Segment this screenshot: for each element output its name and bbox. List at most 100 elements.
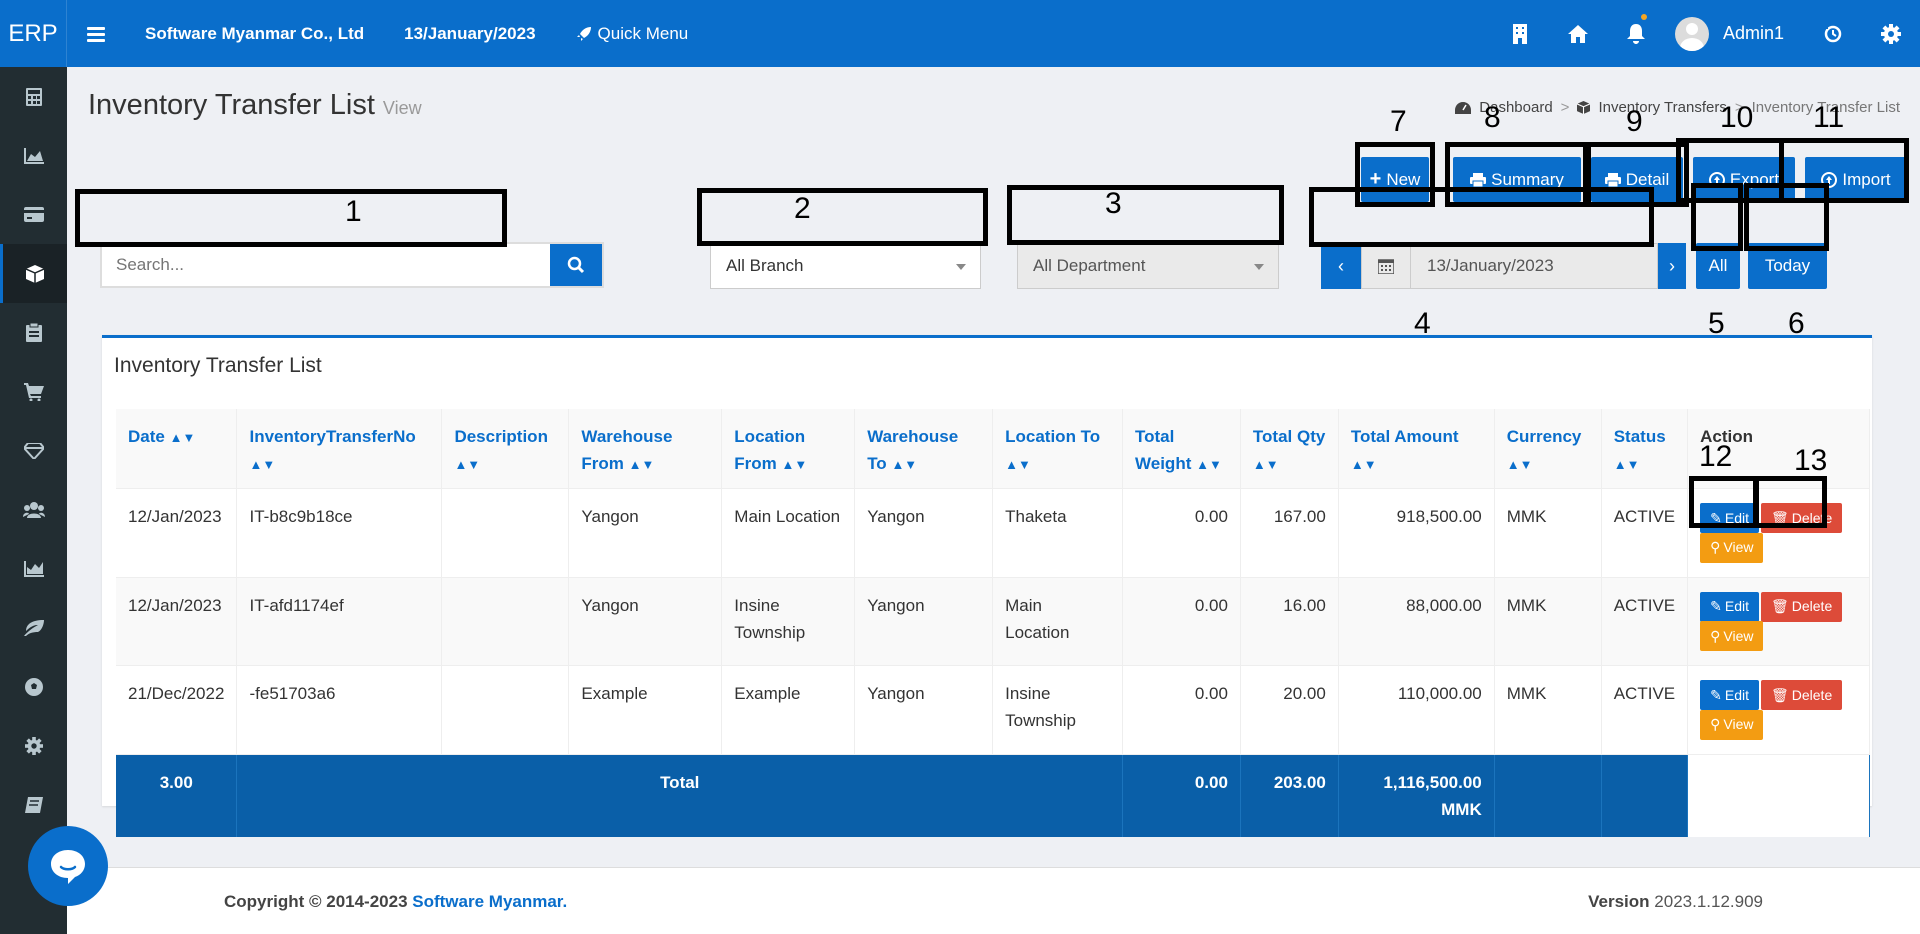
table-header-row: Date ▲▼ InventoryTransferNo ▲▼ Descriptio… <box>116 409 1870 489</box>
page-subtitle: View <box>382 98 422 118</box>
table-cell: ACTIVE <box>1601 576 1689 666</box>
cube-icon <box>26 264 44 283</box>
chat-widget-button[interactable] <box>28 826 108 906</box>
all-dates-button[interactable]: All <box>1696 243 1740 289</box>
annotation-number-3: 3 <box>1105 187 1122 220</box>
column-header-date[interactable]: Date ▲▼ <box>116 409 238 489</box>
column-header-currency[interactable]: Currency ▲▼ <box>1494 409 1602 489</box>
new-button[interactable]: + New <box>1361 157 1429 202</box>
sidebar-item-area-chart[interactable] <box>0 126 67 185</box>
detail-button[interactable]: Detail <box>1591 157 1683 202</box>
column-header-location-to[interactable]: Location To ▲▼ <box>992 409 1124 489</box>
search-button[interactable] <box>550 244 602 286</box>
sidebar-item-users[interactable] <box>0 480 67 539</box>
search-input[interactable] <box>102 244 550 286</box>
department-select-value: All Department <box>1033 256 1146 275</box>
sidebar-item-diamond[interactable] <box>0 421 67 480</box>
edit-button[interactable]: ✎ Edit <box>1700 591 1759 622</box>
delete-button[interactable]: 🗑 Delete <box>1760 680 1843 710</box>
area-chart-icon <box>23 147 44 164</box>
user-menu[interactable]: Admin1 <box>1665 16 1804 51</box>
quick-menu-link[interactable]: Quick Menu <box>576 24 688 44</box>
table-cell: MMK <box>1494 488 1602 577</box>
sidebar-item-football[interactable] <box>0 657 67 716</box>
delete-button[interactable]: 🗑 Delete <box>1760 503 1843 533</box>
edit-button[interactable]: ✎ Edit <box>1700 503 1759 533</box>
top-navbar: ERP Software Myanmar Co., Ltd 13/January… <box>0 0 1920 67</box>
view-button[interactable]: ⚲ View <box>1700 532 1764 563</box>
settings-gear-icon[interactable] <box>1862 0 1920 67</box>
table-cell: 12/Jan/2023 <box>116 488 238 577</box>
annotation-number-5: 5 <box>1708 307 1725 340</box>
shopping-cart-icon <box>23 382 44 401</box>
column-header-warehouse-to[interactable]: Warehouse To ▲▼ <box>854 409 994 489</box>
summary-button[interactable]: Summary <box>1453 157 1581 202</box>
home-icon[interactable] <box>1549 0 1607 67</box>
search-icon: ⚲ <box>1710 716 1721 732</box>
calculator-icon <box>25 87 42 106</box>
building-icon[interactable] <box>1491 0 1549 67</box>
sort-icon: ▲▼ <box>169 430 196 445</box>
pencil-icon: ✎ <box>1710 509 1722 526</box>
footer-company-link[interactable]: Software Myanmar. <box>412 892 567 911</box>
table-cell: MMK <box>1494 576 1602 666</box>
sidebar-item-sales[interactable] <box>0 362 67 421</box>
sort-icon: ▲▼ <box>1506 457 1533 472</box>
column-header-description[interactable]: Description ▲▼ <box>441 409 570 489</box>
delete-button[interactable]: 🗑 Delete <box>1760 591 1843 622</box>
date-input[interactable]: 13/January/2023 <box>1411 243 1658 289</box>
column-header-total-amount[interactable]: Total Amount ▲▼ <box>1338 409 1495 489</box>
edit-button-label: Edit <box>1724 686 1749 703</box>
column-header-status[interactable]: Status ▲▼ <box>1601 409 1689 489</box>
clipboard-icon <box>25 323 42 342</box>
table-row: 21/Dec/2022 -fe51703a6 Example Example Yango… <box>116 665 1870 754</box>
export-button[interactable]: Export <box>1693 157 1795 202</box>
user-name: Admin1 <box>1722 23 1784 43</box>
users-icon <box>22 501 45 518</box>
sidebar-item-payment[interactable] <box>0 185 67 244</box>
edit-button[interactable]: ✎ Edit <box>1700 680 1759 710</box>
brand-logo[interactable]: ERP <box>0 0 67 67</box>
sidebar-item-calculator[interactable] <box>0 67 67 126</box>
view-button[interactable]: ⚲ View <box>1700 709 1764 740</box>
sidebar-item-reports[interactable] <box>0 539 67 598</box>
today-button[interactable]: Today <box>1748 243 1827 289</box>
sidebar-toggle-button[interactable] <box>67 26 125 42</box>
previous-date-button[interactable]: ‹ <box>1321 243 1361 289</box>
row-actions: ✎ Edit 🗑 Delete ⚲ View <box>1687 665 1870 754</box>
next-date-button[interactable]: › <box>1658 243 1686 289</box>
column-header-total-weight[interactable]: Total Weight ▲▼ <box>1122 409 1241 489</box>
sidebar-item-settings[interactable] <box>0 716 67 775</box>
table-cell: 16.00 <box>1240 576 1339 666</box>
table-total-row: 3.00 Total 0.00 203.00 1,116,500.00 MMK <box>116 753 1870 837</box>
branch-select[interactable]: All Branch <box>710 243 981 289</box>
column-header-warehouse-from[interactable]: Warehouse From ▲▼ <box>568 409 723 489</box>
import-button[interactable]: Import <box>1805 157 1907 202</box>
column-header-location-from[interactable]: Location From ▲▼ <box>721 409 856 489</box>
breadcrumb-inventory-transfers[interactable]: Inventory Transfers <box>1598 99 1726 116</box>
sidebar-item-leaf[interactable] <box>0 598 67 657</box>
sidebar <box>0 67 67 934</box>
column-header-transfer-no[interactable]: InventoryTransferNo ▲▼ <box>236 409 443 489</box>
table-cell: 110,000.00 <box>1338 665 1495 754</box>
table-cell: Insine Township <box>992 665 1124 754</box>
column-header-total-qty[interactable]: Total Qty ▲▼ <box>1240 409 1339 489</box>
diamond-icon <box>23 442 44 459</box>
sidebar-item-inventory[interactable] <box>0 244 67 303</box>
table-cell: 0.00 <box>1122 576 1241 666</box>
table-cell: Yangon <box>854 488 994 577</box>
history-icon[interactable] <box>1804 0 1862 67</box>
total-currency-blank <box>1494 753 1602 837</box>
view-button[interactable]: ⚲ View <box>1700 621 1764 651</box>
sidebar-item-clipboard[interactable] <box>0 303 67 362</box>
notification-bell-icon[interactable] <box>1607 0 1665 67</box>
table-cell: 0.00 <box>1122 488 1241 577</box>
sidebar-item-book[interactable] <box>0 775 67 834</box>
calendar-button[interactable] <box>1361 243 1411 289</box>
import-button-label: Import <box>1842 169 1891 189</box>
annotation-number-12: 12 <box>1699 440 1733 473</box>
total-amount: 1,116,500.00 MMK <box>1338 753 1495 837</box>
department-select[interactable]: All Department <box>1017 243 1279 289</box>
search-icon: ⚲ <box>1710 539 1721 555</box>
annotation-number-7: 7 <box>1390 105 1407 138</box>
